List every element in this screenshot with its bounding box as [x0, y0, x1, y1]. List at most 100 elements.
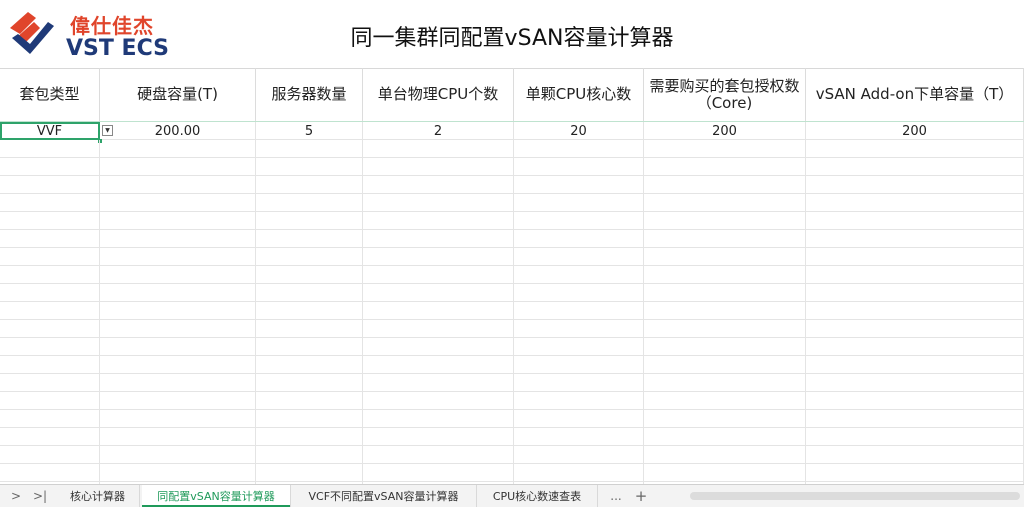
- empty-cell[interactable]: [256, 284, 363, 302]
- header-package-type[interactable]: 套包类型: [0, 68, 100, 121]
- empty-cell[interactable]: [0, 392, 100, 410]
- empty-cell[interactable]: [100, 446, 256, 464]
- empty-cell[interactable]: [644, 212, 806, 230]
- header-cores-per-cpu[interactable]: 单颗CPU核心数: [514, 68, 644, 121]
- empty-cell[interactable]: [363, 374, 514, 392]
- empty-cell[interactable]: [0, 176, 100, 194]
- empty-cell[interactable]: [363, 284, 514, 302]
- empty-cell[interactable]: [514, 176, 644, 194]
- empty-cell[interactable]: [100, 248, 256, 266]
- empty-cell[interactable]: [0, 212, 100, 230]
- empty-cell[interactable]: [644, 158, 806, 176]
- empty-cell[interactable]: [0, 410, 100, 428]
- empty-cell[interactable]: [363, 338, 514, 356]
- header-disk-capacity[interactable]: 硬盘容量(T): [100, 68, 256, 121]
- empty-cell[interactable]: [644, 248, 806, 266]
- empty-cell[interactable]: [256, 176, 363, 194]
- empty-cell[interactable]: [0, 338, 100, 356]
- empty-cell[interactable]: [363, 194, 514, 212]
- empty-cell[interactable]: [806, 374, 1024, 392]
- empty-cell[interactable]: [256, 464, 363, 482]
- empty-cell[interactable]: [514, 266, 644, 284]
- empty-cell[interactable]: [806, 248, 1024, 266]
- empty-cell[interactable]: [256, 248, 363, 266]
- empty-cell[interactable]: [0, 284, 100, 302]
- header-server-count[interactable]: 服务器数量: [256, 68, 363, 121]
- empty-cell[interactable]: [0, 230, 100, 248]
- empty-cell[interactable]: [256, 374, 363, 392]
- empty-cell[interactable]: [514, 284, 644, 302]
- cell-license-cores[interactable]: 200: [644, 122, 806, 140]
- empty-cell[interactable]: [0, 158, 100, 176]
- empty-cell[interactable]: [644, 266, 806, 284]
- empty-cell[interactable]: [100, 356, 256, 374]
- empty-cell[interactable]: [644, 374, 806, 392]
- empty-cell[interactable]: [100, 320, 256, 338]
- empty-cell[interactable]: [363, 176, 514, 194]
- empty-cell[interactable]: [363, 302, 514, 320]
- empty-cell[interactable]: [100, 140, 256, 158]
- empty-cell[interactable]: [363, 428, 514, 446]
- empty-cell[interactable]: [363, 410, 514, 428]
- empty-cell[interactable]: [256, 410, 363, 428]
- empty-cell[interactable]: [363, 464, 514, 482]
- empty-cell[interactable]: [256, 230, 363, 248]
- empty-cell[interactable]: [644, 392, 806, 410]
- empty-cell[interactable]: [256, 212, 363, 230]
- empty-cell[interactable]: [806, 212, 1024, 230]
- empty-cell[interactable]: [644, 356, 806, 374]
- empty-cell[interactable]: [0, 302, 100, 320]
- empty-cell[interactable]: [100, 374, 256, 392]
- cell-disk-capacity[interactable]: 200.00: [100, 122, 256, 140]
- cell-package-type[interactable]: VVF ▼: [0, 122, 113, 143]
- empty-cell[interactable]: [100, 176, 256, 194]
- tab-same-config-vsan[interactable]: 同配置vSAN容量计算器: [142, 485, 291, 507]
- empty-cell[interactable]: [806, 230, 1024, 248]
- empty-cell[interactable]: [363, 320, 514, 338]
- cell-server-count[interactable]: 5: [256, 122, 363, 140]
- empty-cell[interactable]: [100, 410, 256, 428]
- empty-cell[interactable]: [100, 284, 256, 302]
- empty-cell[interactable]: [806, 194, 1024, 212]
- empty-cell[interactable]: [0, 194, 100, 212]
- empty-cell[interactable]: [644, 302, 806, 320]
- empty-cell[interactable]: [256, 320, 363, 338]
- empty-cell[interactable]: [806, 158, 1024, 176]
- empty-cell[interactable]: [100, 212, 256, 230]
- cell-cpus-per-server[interactable]: 2: [363, 122, 514, 140]
- empty-cell[interactable]: [0, 374, 100, 392]
- empty-cell[interactable]: [514, 338, 644, 356]
- cell-vsan-addon-capacity[interactable]: 200: [806, 122, 1024, 140]
- empty-cell[interactable]: [806, 302, 1024, 320]
- empty-cell[interactable]: [0, 140, 100, 158]
- last-sheet-icon[interactable]: >|: [30, 487, 50, 505]
- empty-cell[interactable]: [644, 176, 806, 194]
- empty-cell[interactable]: [256, 392, 363, 410]
- empty-cell[interactable]: [806, 338, 1024, 356]
- empty-cell[interactable]: [806, 410, 1024, 428]
- empty-cell[interactable]: [514, 464, 644, 482]
- empty-cell[interactable]: [363, 158, 514, 176]
- empty-cell[interactable]: [256, 302, 363, 320]
- empty-cell[interactable]: [514, 212, 644, 230]
- empty-cell[interactable]: [100, 302, 256, 320]
- empty-cell[interactable]: [363, 446, 514, 464]
- empty-cell[interactable]: [644, 140, 806, 158]
- empty-cell[interactable]: [256, 194, 363, 212]
- empty-cell[interactable]: [0, 356, 100, 374]
- empty-cell[interactable]: [514, 158, 644, 176]
- empty-cell[interactable]: [256, 338, 363, 356]
- empty-cell[interactable]: [806, 356, 1024, 374]
- empty-cell[interactable]: [644, 428, 806, 446]
- empty-cell[interactable]: [514, 302, 644, 320]
- empty-cell[interactable]: [100, 464, 256, 482]
- empty-cell[interactable]: [806, 176, 1024, 194]
- empty-cell[interactable]: [514, 446, 644, 464]
- empty-cell[interactable]: [100, 194, 256, 212]
- empty-cell[interactable]: [0, 266, 100, 284]
- empty-cell[interactable]: [514, 140, 644, 158]
- tab-vcf-diff-config-vsan[interactable]: VCF不同配置vSAN容量计算器: [291, 485, 477, 507]
- empty-cell[interactable]: [256, 428, 363, 446]
- empty-cell[interactable]: [806, 428, 1024, 446]
- empty-cell[interactable]: [806, 446, 1024, 464]
